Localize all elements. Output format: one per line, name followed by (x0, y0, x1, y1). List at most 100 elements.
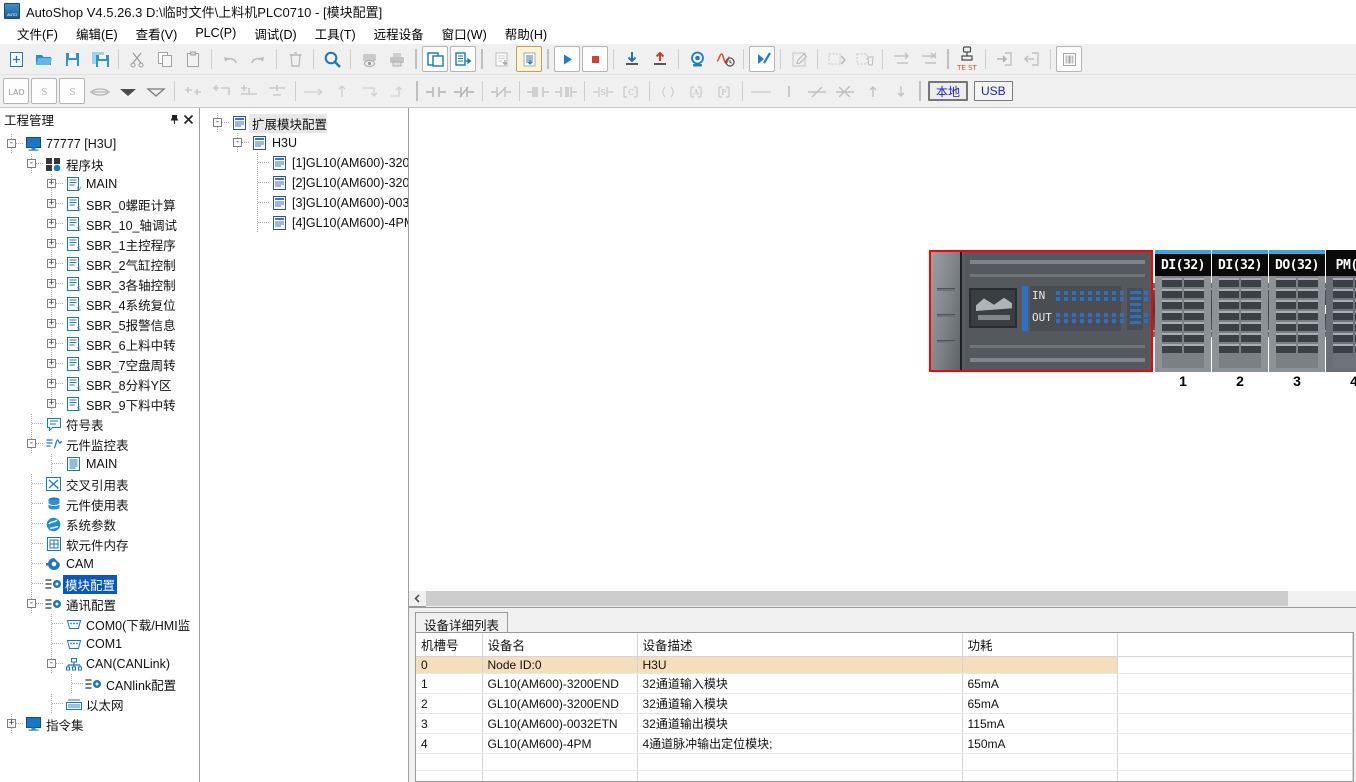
table-cell-desc[interactable]: 32通道输入模块 (637, 673, 963, 694)
upload-doc-icon[interactable] (516, 46, 542, 72)
collapse-expander-icon[interactable]: - (27, 159, 36, 168)
menu-plc[interactable]: PLC(P) (186, 24, 245, 42)
hline-icon[interactable] (748, 78, 774, 104)
rise-icon[interactable] (860, 78, 886, 104)
tree-item-label[interactable]: SBR_9下料中转 (83, 395, 176, 414)
tree-item[interactable]: + S SBR_4系统复位 (0, 294, 199, 314)
tree-item[interactable]: CAM (0, 554, 199, 574)
branch-a-icon[interactable] (180, 78, 206, 104)
tree-item-label[interactable]: SBR_2气缸控制 (83, 255, 176, 274)
table-cell-power[interactable]: 65mA (962, 673, 1118, 694)
tree-item[interactable]: + S SBR_8分料Y区 (0, 374, 199, 394)
tree-item[interactable]: + S SBR_10_轴调试 (0, 214, 199, 234)
upload-plc-icon[interactable] (647, 46, 673, 72)
expansion-module-4[interactable]: PM(4) (1326, 250, 1356, 372)
save-all-icon[interactable] (87, 46, 113, 72)
tree-item[interactable]: + S SBR_9下料中转 (0, 394, 199, 414)
table-cell-name[interactable]: GL10(AM600)-4PM (482, 733, 638, 754)
expand-expander-icon[interactable]: + (47, 379, 56, 388)
tree-item-label[interactable]: [4]GL10(AM600)-4PM (289, 216, 408, 230)
column-header[interactable]: 设备描述 (637, 633, 963, 657)
tree-item[interactable]: - 元件监控表 (0, 434, 199, 454)
branch-c-icon[interactable] (236, 78, 262, 104)
menu-file[interactable]: 文件(F) (8, 22, 67, 45)
chevron-left-icon[interactable] (409, 591, 426, 607)
undo-icon[interactable] (217, 46, 243, 72)
expand-expander-icon[interactable]: + (47, 279, 56, 288)
scrollbar-thumb[interactable] (426, 590, 1288, 606)
corner-tl-icon[interactable] (385, 78, 411, 104)
expand-expander-icon[interactable]: + (47, 179, 56, 188)
n-contact-icon[interactable] (553, 78, 579, 104)
tree-item[interactable]: + 指令集 (0, 714, 199, 734)
cut-icon[interactable] (124, 46, 150, 72)
expand-expander-icon[interactable]: + (47, 259, 56, 268)
paste-icon[interactable] (180, 46, 206, 72)
compile-icon[interactable] (823, 46, 849, 72)
table-cell-power[interactable]: 150mA (962, 733, 1118, 754)
menu-debug[interactable]: 调试(D) (245, 22, 305, 45)
rack-view[interactable]: IN OUT DI(32) 1 DI(32) 2 DO(32) 3 PM(4) 4 (409, 108, 1356, 590)
print-preview-icon[interactable] (356, 46, 382, 72)
search-icon[interactable] (319, 46, 345, 72)
module-config-tree[interactable]: - 扩展模块配置 - H3U [1]GL10(AM600)-320 [2]GL10(AM6… (200, 113, 408, 233)
table-cell-desc[interactable]: 32通道输入模块 (637, 693, 963, 714)
step-run-icon[interactable] (749, 46, 775, 72)
table-cell-slot[interactable]: 0 (416, 656, 483, 674)
expansion-module-1[interactable]: DI(32) (1155, 250, 1211, 372)
tree-item[interactable]: - 扩展模块配置 (200, 113, 408, 133)
tree-item[interactable]: + S SBR_6上料中转 (0, 334, 199, 354)
lad-icon[interactable]: LAD (3, 78, 29, 104)
tree-item[interactable]: + S SBR_5报警信息 (0, 314, 199, 334)
tree-item-label[interactable]: 指令集 (43, 715, 84, 734)
sfc-icon[interactable]: S (59, 78, 85, 104)
tree-item[interactable]: - CAN(CANLink) (0, 654, 199, 674)
set-contact-icon[interactable]: S (590, 78, 616, 104)
close-icon[interactable] (181, 112, 195, 126)
collapse-expander-icon[interactable]: - (27, 599, 36, 608)
exit-icon[interactable] (1019, 46, 1045, 72)
compile-clear-icon[interactable] (851, 46, 877, 72)
scrollbar-track[interactable] (426, 590, 1356, 607)
table-body[interactable]: 0 Node ID:0 H3U 1 GL10(AM600)-3200END 32通道输入模… (416, 656, 1353, 781)
column-header[interactable]: 设备名 (482, 633, 638, 657)
tree-item-label[interactable]: SBR_6上料中转 (83, 335, 176, 354)
tree-item[interactable]: [2]GL10(AM600)-320 (200, 173, 408, 193)
column-header[interactable]: 机槽号 (416, 633, 483, 657)
tree-item-label[interactable]: 软元件内存 (63, 535, 129, 554)
collapse-expander-icon[interactable]: - (27, 439, 36, 448)
delete-icon[interactable] (282, 46, 308, 72)
table-cell-slot[interactable]: 4 (416, 733, 483, 754)
module-panel-icon[interactable] (1056, 46, 1082, 72)
table-row[interactable]: 4 GL10(AM600)-4PM 4通道脉冲输出定位模块; 150mA (416, 733, 1353, 754)
tree-item[interactable]: COM1 (0, 634, 199, 654)
tree-item-label[interactable]: 程序块 (63, 155, 104, 174)
print-icon[interactable] (384, 46, 410, 72)
table-cell-slot[interactable]: 1 (416, 673, 483, 694)
tree-item[interactable]: + MMAIN (0, 174, 199, 194)
copy-icon[interactable] (152, 46, 178, 72)
usb-mode-button[interactable]: USB (974, 81, 1013, 101)
tree-item[interactable]: COM0(下载/HMI监 (0, 614, 199, 634)
tree-item-label[interactable]: [2]GL10(AM600)-320 (289, 176, 408, 190)
table-row-empty[interactable] (416, 753, 1353, 771)
download-plc-icon[interactable] (619, 46, 645, 72)
tree-item-label[interactable]: SBR_4系统复位 (83, 295, 176, 314)
menu-window[interactable]: 窗口(W) (433, 22, 496, 45)
table-row-empty[interactable] (416, 770, 1353, 781)
expand-expander-icon[interactable]: + (47, 359, 56, 368)
table-cell-power[interactable]: 115mA (962, 713, 1118, 734)
expansion-module-2[interactable]: DI(32) (1212, 250, 1268, 372)
tree-item[interactable]: + S SBR_3各轴控制 (0, 274, 199, 294)
expand-expander-icon[interactable]: + (47, 199, 56, 208)
expansion-module-3[interactable]: DO(32) (1269, 250, 1325, 372)
line-v-icon[interactable] (329, 78, 355, 104)
tree-item-label[interactable]: 元件使用表 (63, 495, 129, 514)
tree-item-label[interactable]: [3]GL10(AM600)-003 (289, 196, 408, 210)
tree-item-label[interactable]: 系统参数 (63, 515, 116, 534)
contact-icon[interactable] (87, 78, 113, 104)
tree-item[interactable]: 系统参数 (0, 514, 199, 534)
nc2-contact-icon[interactable] (488, 78, 514, 104)
table-row[interactable]: 2 GL10(AM600)-3200END 32通道输入模块 65mA (416, 693, 1353, 714)
table-cell-slot[interactable]: 3 (416, 713, 483, 734)
